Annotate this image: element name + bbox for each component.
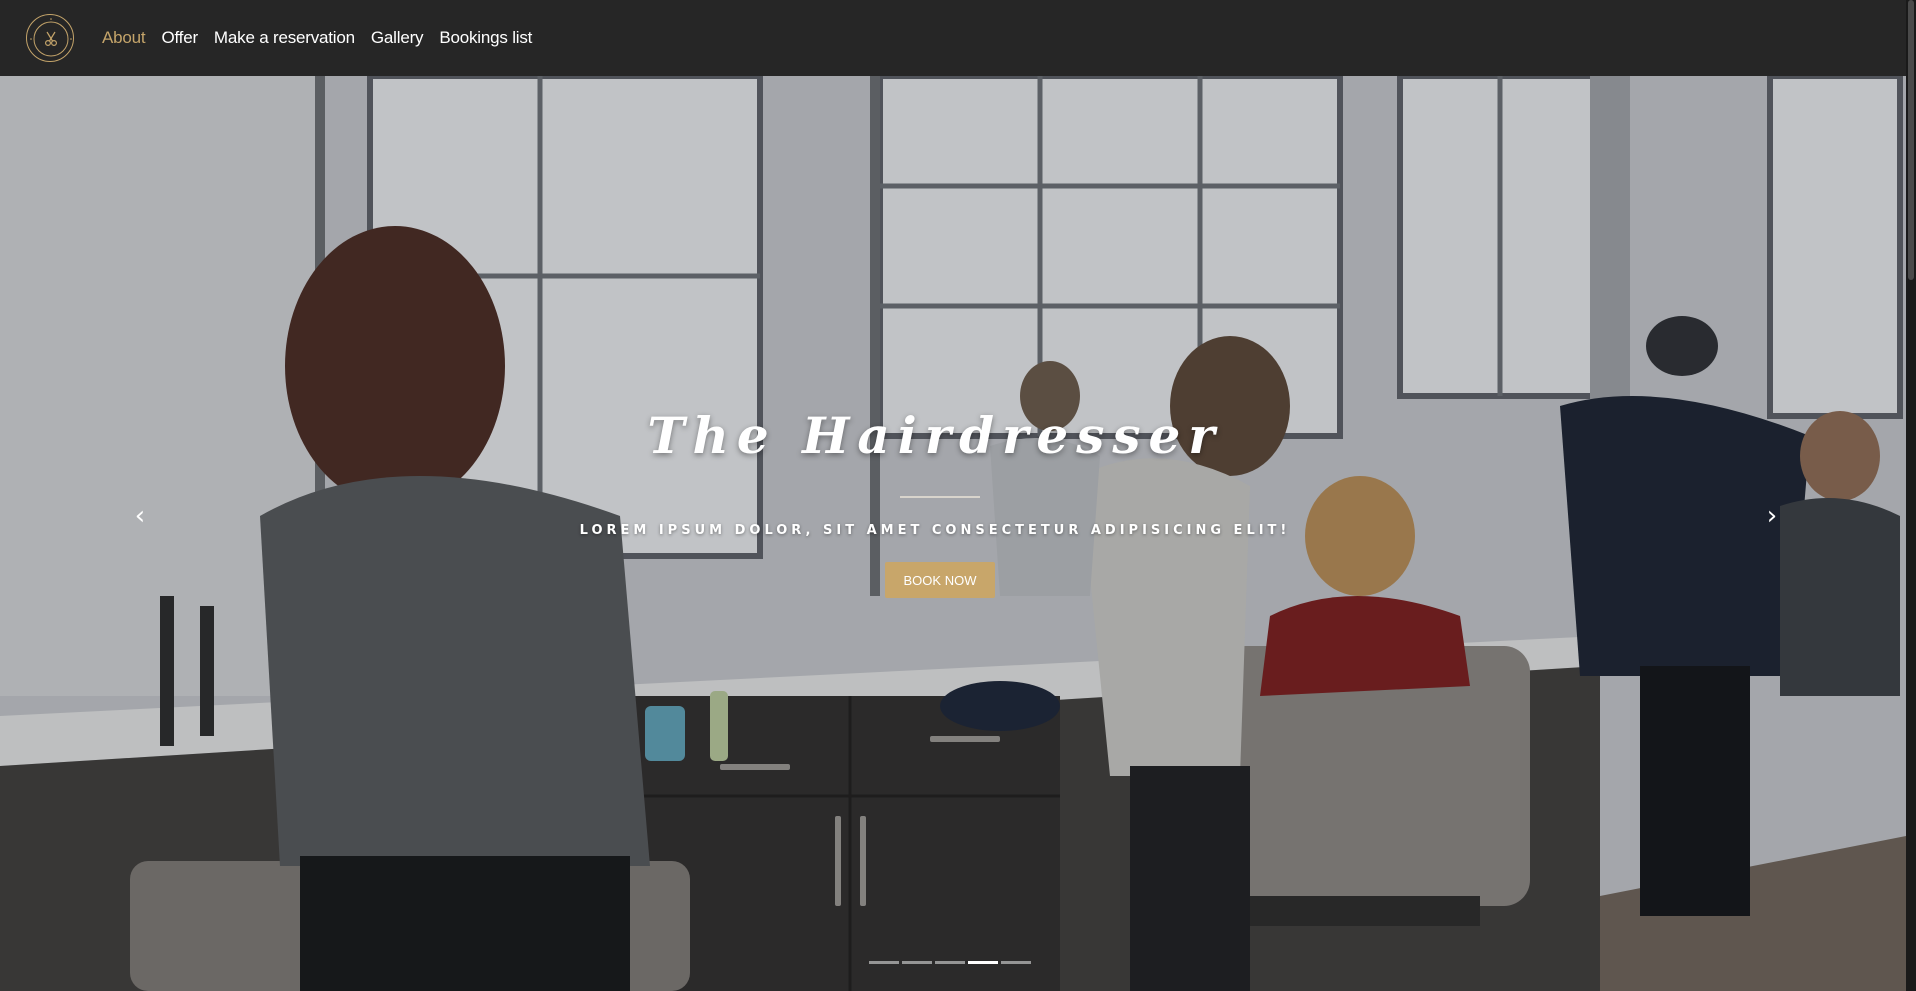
carousel-prev-button[interactable]: ‹ — [126, 496, 154, 536]
carousel-indicator-4[interactable] — [968, 961, 998, 964]
nav-about[interactable]: About — [102, 28, 146, 48]
carousel-indicator-5[interactable] — [1001, 961, 1031, 964]
chevron-left-icon: ‹ — [134, 501, 146, 531]
hero-title: The Hairdresser — [647, 406, 1223, 465]
nav-offer[interactable]: Offer — [161, 28, 198, 48]
carousel-next-button[interactable]: › — [1758, 496, 1786, 536]
top-navbar: About Offer Make a reservation Gallery B… — [0, 0, 1916, 76]
page-scrollbar[interactable] — [1906, 0, 1916, 991]
hero-divider — [900, 496, 980, 498]
carousel-indicator-1[interactable] — [869, 961, 899, 964]
nav-gallery[interactable]: Gallery — [371, 28, 424, 48]
scrollbar-thumb[interactable] — [1908, 0, 1914, 280]
carousel-indicators — [869, 961, 1031, 964]
main-nav: About Offer Make a reservation Gallery B… — [102, 28, 532, 48]
hero-subtitle: LOREM IPSUM DOLOR, SIT AMET CONSECTETUR … — [579, 523, 1291, 538]
nav-bookings-list[interactable]: Bookings list — [439, 28, 532, 48]
book-now-button[interactable]: BOOK NOW — [885, 562, 995, 598]
nav-make-reservation[interactable]: Make a reservation — [214, 28, 355, 48]
hero-carousel: The Hairdresser LOREM IPSUM DOLOR, SIT A… — [0, 76, 1906, 991]
scissors-logo-icon — [30, 18, 72, 57]
carousel-indicator-3[interactable] — [935, 961, 965, 964]
carousel-indicator-2[interactable] — [902, 961, 932, 964]
chevron-right-icon: › — [1766, 501, 1778, 531]
salon-logo[interactable] — [26, 14, 74, 62]
